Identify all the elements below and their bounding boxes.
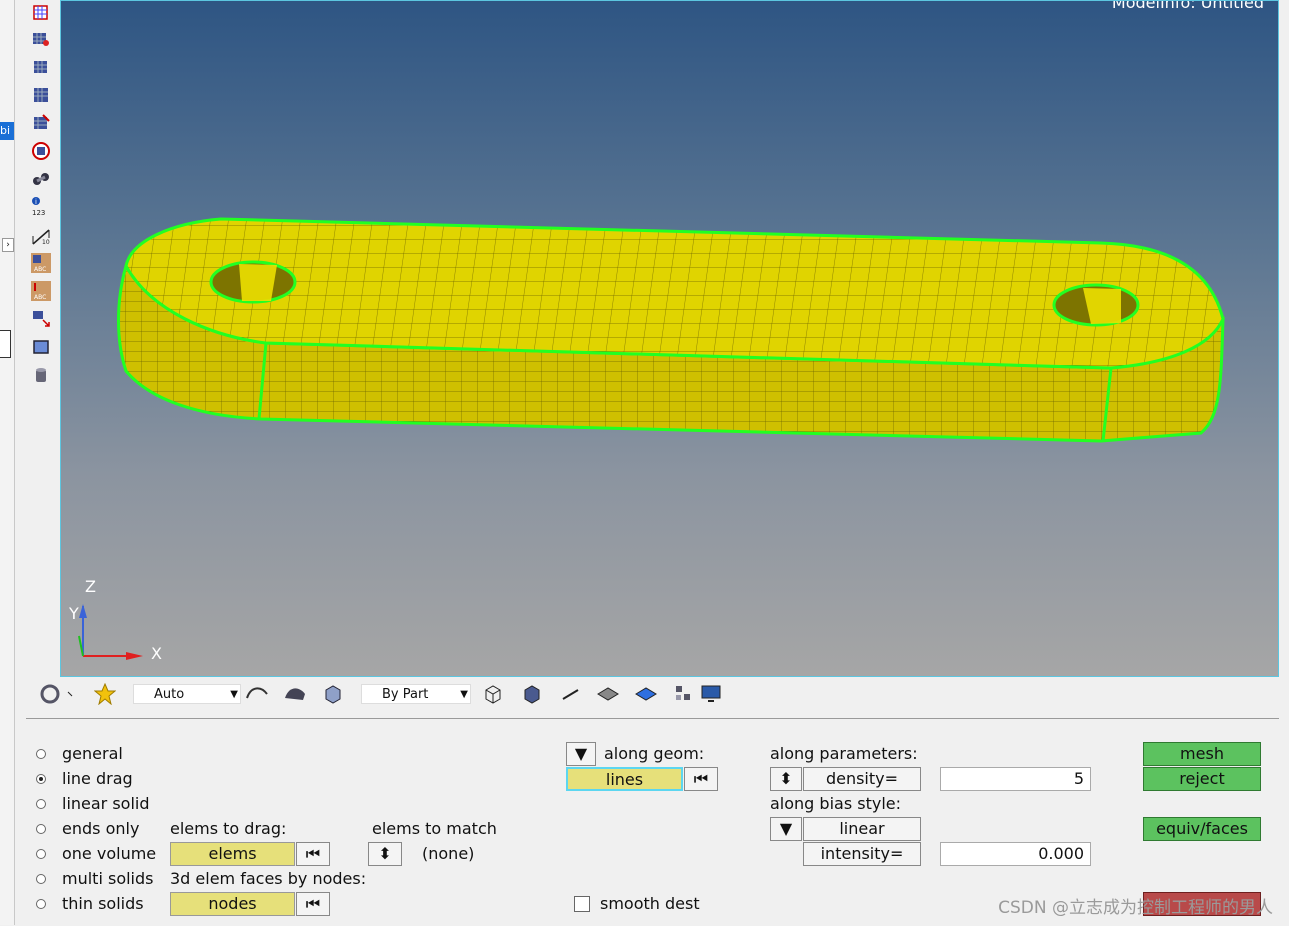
bias-style-value[interactable]: linear bbox=[803, 817, 921, 841]
density-field[interactable]: 5 bbox=[940, 767, 1091, 791]
plane-blue-icon[interactable] bbox=[634, 684, 662, 704]
axis-z-label: Z bbox=[85, 577, 96, 596]
bias-style-dropdown[interactable]: ▼ bbox=[770, 817, 802, 841]
svg-text:ABC: ABC bbox=[34, 294, 46, 301]
bias-style-label: along bias style: bbox=[770, 794, 902, 813]
mesh-grid-icon[interactable] bbox=[31, 57, 51, 77]
axis-triad-icon bbox=[78, 604, 143, 660]
mesh-button[interactable]: mesh bbox=[1143, 742, 1261, 766]
binoculars-icon[interactable] bbox=[31, 169, 51, 189]
solid-box-icon[interactable] bbox=[322, 683, 344, 705]
axis-x-label: X bbox=[151, 644, 162, 663]
chevron-down-icon: ▼ bbox=[460, 689, 468, 700]
radio-label: linear solid bbox=[62, 794, 150, 813]
reset-icon: ⏮ bbox=[693, 769, 709, 788]
chevron-down-icon: ▼ bbox=[230, 689, 238, 700]
display-toolbar: Auto ▼ By Part ▼ bbox=[26, 679, 1279, 709]
reset-lines-button[interactable]: ⏮ bbox=[684, 767, 718, 791]
face-select-icon[interactable] bbox=[31, 337, 51, 357]
side-handle[interactable] bbox=[0, 330, 11, 358]
elems-selector-button[interactable]: elems bbox=[170, 842, 295, 866]
up-down-arrow-icon: ⬍ bbox=[378, 844, 392, 863]
faces-by-nodes-label: 3d elem faces by nodes: bbox=[170, 869, 367, 888]
meshed-part[interactable] bbox=[61, 1, 1279, 677]
surface-icon[interactable] bbox=[245, 684, 275, 704]
expand-arrow-icon[interactable]: › bbox=[2, 238, 14, 252]
radio-label: general bbox=[62, 744, 123, 763]
cylinder-icon[interactable] bbox=[31, 365, 51, 385]
label-abc-red-icon[interactable]: ABC bbox=[31, 281, 51, 301]
monitor-icon[interactable] bbox=[700, 683, 722, 705]
transform-icon[interactable] bbox=[31, 308, 51, 328]
reset-elems-button[interactable]: ⏮ bbox=[296, 842, 330, 866]
mesh-cube-icon[interactable] bbox=[31, 2, 51, 22]
chevron-down-icon: ▼ bbox=[574, 744, 588, 763]
param-toggle-button[interactable]: ⬍ bbox=[770, 767, 802, 791]
reset-icon: ⏮ bbox=[305, 894, 321, 913]
equiv-faces-button[interactable]: equiv/faces bbox=[1143, 817, 1261, 841]
intensity-field[interactable]: 0.000 bbox=[940, 842, 1091, 866]
lines-selector-button[interactable]: lines bbox=[566, 767, 683, 791]
svg-text:10: 10 bbox=[42, 239, 50, 246]
radio-dot[interactable] bbox=[36, 749, 46, 759]
along-geom-label: along geom: bbox=[604, 744, 705, 763]
graphics-viewport[interactable]: ModelInfo: Untitled Z Y X bbox=[60, 0, 1279, 677]
color-mode-dropdown[interactable]: By Part ▼ bbox=[361, 684, 471, 704]
radio-label: ends only bbox=[62, 819, 140, 838]
display-mode-value: Auto bbox=[154, 687, 185, 702]
density-label-button[interactable]: density= bbox=[803, 767, 921, 791]
radio-label: line drag bbox=[62, 769, 133, 788]
element-display-icon[interactable] bbox=[674, 684, 694, 704]
svg-text:123: 123 bbox=[32, 209, 45, 216]
no-mesh-icon[interactable] bbox=[31, 141, 51, 161]
axis-y-label: Y bbox=[69, 604, 79, 623]
intensity-label-button[interactable]: intensity= bbox=[803, 842, 921, 866]
display-mode-dropdown[interactable]: Auto ▼ bbox=[133, 684, 241, 704]
vertical-toolbar: i 123 10 ABC ABC bbox=[22, 0, 58, 395]
favorite-star-icon[interactable] bbox=[94, 683, 116, 705]
reject-button[interactable]: reject bbox=[1143, 767, 1261, 791]
match-toggle-button[interactable]: ⬍ bbox=[368, 842, 402, 866]
shaded-surface-icon[interactable] bbox=[283, 684, 313, 704]
along-params-label: along parameters: bbox=[770, 744, 918, 763]
color-mode-value: By Part bbox=[382, 687, 429, 702]
elems-to-match-label: elems to match bbox=[372, 819, 497, 838]
wireframe-cube-icon[interactable] bbox=[481, 683, 505, 705]
measure-icon[interactable]: 10 bbox=[31, 226, 51, 246]
radio-label: multi solids bbox=[62, 869, 154, 888]
reset-nodes-button[interactable]: ⏮ bbox=[296, 892, 330, 916]
watermark-text: CSDN @立志成为控制工程师的男人 bbox=[998, 898, 1273, 918]
radio-label: thin solids bbox=[62, 894, 144, 913]
info-count-icon[interactable]: i 123 bbox=[31, 196, 51, 216]
radio-dot[interactable] bbox=[36, 899, 46, 909]
up-down-arrow-icon: ⬍ bbox=[779, 769, 793, 788]
mesh-edit-icon[interactable] bbox=[31, 113, 51, 133]
elems-to-drag-label: elems to drag: bbox=[170, 819, 287, 838]
chevron-down-icon: ▼ bbox=[779, 819, 793, 838]
smooth-dest-label: smooth dest bbox=[600, 894, 700, 913]
mesh-solid-icon[interactable] bbox=[31, 85, 51, 105]
radio-dot[interactable] bbox=[36, 874, 46, 884]
side-tab[interactable]: bi bbox=[0, 122, 14, 140]
left-edge-strip: bi › bbox=[0, 0, 15, 925]
along-geom-dropdown[interactable]: ▼ bbox=[566, 742, 596, 766]
match-value: (none) bbox=[422, 844, 475, 863]
radio-dot[interactable] bbox=[36, 774, 46, 784]
reset-icon: ⏮ bbox=[305, 844, 321, 863]
line-icon[interactable] bbox=[560, 684, 588, 704]
radio-dot[interactable] bbox=[36, 849, 46, 859]
plane-grid-icon[interactable] bbox=[596, 684, 624, 704]
rotate-icon[interactable] bbox=[40, 684, 74, 704]
shaded-cube-icon[interactable] bbox=[520, 683, 544, 705]
mesh-red-icon[interactable] bbox=[31, 29, 51, 49]
smooth-dest-checkbox[interactable] bbox=[574, 896, 590, 912]
nodes-selector-button[interactable]: nodes bbox=[170, 892, 295, 916]
radio-dot[interactable] bbox=[36, 824, 46, 834]
radio-label: one volume bbox=[62, 844, 157, 863]
svg-text:i: i bbox=[35, 198, 37, 206]
radio-dot[interactable] bbox=[36, 799, 46, 809]
label-abc-icon[interactable]: ABC bbox=[31, 253, 51, 273]
svg-text:ABC: ABC bbox=[34, 266, 46, 273]
